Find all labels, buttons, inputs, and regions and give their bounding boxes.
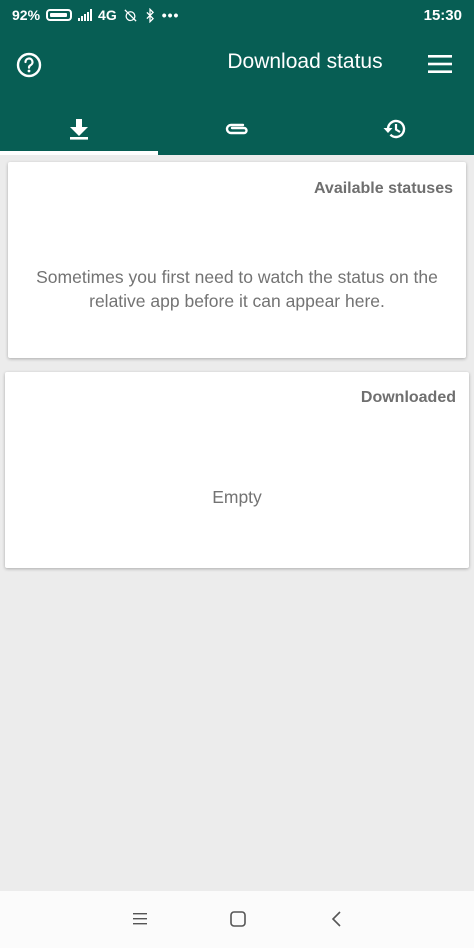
alarm-off-icon <box>124 8 137 22</box>
network-type: 4G <box>98 7 117 23</box>
recents-menu-icon[interactable] <box>131 909 151 929</box>
available-statuses-card: Available statuses Sometimes you first n… <box>8 162 466 358</box>
more-notifications-icon: ••• <box>161 7 180 23</box>
downloaded-empty-message: Empty <box>212 487 262 507</box>
available-statuses-message: Sometimes you first need to watch the st… <box>36 267 438 311</box>
battery-icon <box>46 9 73 21</box>
tab-attachments[interactable] <box>158 102 316 155</box>
downloaded-card: Downloaded Empty <box>5 372 469 568</box>
tab-download[interactable] <box>0 102 158 155</box>
available-statuses-title: Available statuses <box>313 180 453 197</box>
signal-icon <box>78 9 93 21</box>
bluetooth-icon <box>146 7 154 23</box>
tab-history[interactable] <box>316 102 474 155</box>
downloaded-title: Downloaded <box>360 389 456 406</box>
page-title: Download status <box>227 50 383 73</box>
download-icon <box>70 118 88 140</box>
hamburger-menu-icon[interactable] <box>428 54 452 74</box>
home-icon[interactable] <box>228 909 248 929</box>
battery-percent: 92% <box>12 7 41 23</box>
paperclip-icon <box>225 123 248 134</box>
status-bar: 92% 4G ••• 15:30 <box>0 0 474 30</box>
back-icon[interactable] <box>327 909 347 929</box>
tab-bar <box>0 102 474 155</box>
system-nav-bar <box>0 891 474 948</box>
history-icon <box>383 119 406 138</box>
app-bar: Download status <box>0 30 474 155</box>
clock: 15:30 <box>423 6 462 24</box>
